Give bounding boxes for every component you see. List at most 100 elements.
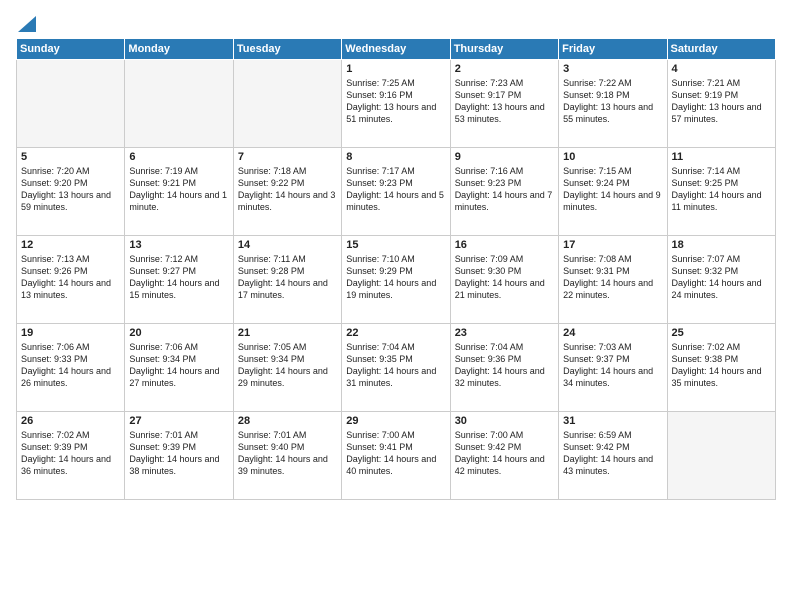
cell-info: Sunrise: 7:06 AMSunset: 9:34 PMDaylight:… <box>129 341 228 390</box>
cell-info: Sunrise: 7:02 AMSunset: 9:39 PMDaylight:… <box>21 429 120 478</box>
calendar-week-4: 19 Sunrise: 7:06 AMSunset: 9:33 PMDayligh… <box>17 324 776 412</box>
day-number: 11 <box>672 151 771 163</box>
calendar-cell: 5 Sunrise: 7:20 AMSunset: 9:20 PMDaylight… <box>17 148 125 236</box>
day-number: 21 <box>238 327 337 339</box>
calendar-table: SundayMondayTuesdayWednesdayThursdayFrid… <box>16 38 776 500</box>
calendar-cell: 15 Sunrise: 7:10 AMSunset: 9:29 PMDayligh… <box>342 236 450 324</box>
weekday-header-tuesday: Tuesday <box>233 39 341 60</box>
day-number: 1 <box>346 63 445 75</box>
calendar-cell: 31 Sunrise: 6:59 AMSunset: 9:42 PMDayligh… <box>559 412 667 500</box>
cell-info: Sunrise: 7:03 AMSunset: 9:37 PMDaylight:… <box>563 341 662 390</box>
cell-info: Sunrise: 7:25 AMSunset: 9:16 PMDaylight:… <box>346 77 445 126</box>
day-number: 2 <box>455 63 554 75</box>
calendar-cell: 22Sunrise: 7:04 AMSunset: 9:35 PMDayligh… <box>342 324 450 412</box>
calendar-cell: 21 Sunrise: 7:05 AMSunset: 9:34 PMDayligh… <box>233 324 341 412</box>
day-number: 19 <box>21 327 120 339</box>
weekday-header-wednesday: Wednesday <box>342 39 450 60</box>
day-number: 17 <box>563 239 662 251</box>
logo-arrow-icon <box>18 12 36 32</box>
day-number: 27 <box>129 415 228 427</box>
weekday-header-saturday: Saturday <box>667 39 775 60</box>
calendar-cell <box>125 60 233 148</box>
day-number: 30 <box>455 415 554 427</box>
day-number: 23 <box>455 327 554 339</box>
cell-info: Sunrise: 7:13 AMSunset: 9:26 PMDaylight:… <box>21 253 120 302</box>
day-number: 20 <box>129 327 228 339</box>
cell-info: Sunrise: 7:04 AMSunset: 9:36 PMDaylight:… <box>455 341 554 390</box>
calendar-cell: 11 Sunrise: 7:14 AMSunset: 9:25 PMDayligh… <box>667 148 775 236</box>
calendar-week-1: 1 Sunrise: 7:25 AMSunset: 9:16 PMDaylight… <box>17 60 776 148</box>
cell-info: Sunrise: 6:59 AMSunset: 9:42 PMDaylight:… <box>563 429 662 478</box>
day-number: 29 <box>346 415 445 427</box>
day-number: 5 <box>21 151 120 163</box>
cell-info: Sunrise: 7:21 AMSunset: 9:19 PMDaylight:… <box>672 77 771 126</box>
calendar-cell: 30Sunrise: 7:00 AMSunset: 9:42 PMDayligh… <box>450 412 558 500</box>
calendar-cell: 29 Sunrise: 7:00 AMSunset: 9:41 PMDayligh… <box>342 412 450 500</box>
day-number: 18 <box>672 239 771 251</box>
cell-info: Sunrise: 7:00 AMSunset: 9:41 PMDaylight:… <box>346 429 445 478</box>
day-number: 14 <box>238 239 337 251</box>
day-number: 25 <box>672 327 771 339</box>
calendar-cell: 13Sunrise: 7:12 AMSunset: 9:27 PMDayligh… <box>125 236 233 324</box>
calendar-cell <box>17 60 125 148</box>
day-number: 26 <box>21 415 120 427</box>
calendar-cell: 2 Sunrise: 7:23 AMSunset: 9:17 PMDaylight… <box>450 60 558 148</box>
cell-info: Sunrise: 7:09 AMSunset: 9:30 PMDaylight:… <box>455 253 554 302</box>
day-number: 12 <box>21 239 120 251</box>
cell-info: Sunrise: 7:20 AMSunset: 9:20 PMDaylight:… <box>21 165 120 214</box>
calendar-cell: 18Sunrise: 7:07 AMSunset: 9:32 PMDayligh… <box>667 236 775 324</box>
cell-info: Sunrise: 7:06 AMSunset: 9:33 PMDaylight:… <box>21 341 120 390</box>
calendar-week-3: 12 Sunrise: 7:13 AMSunset: 9:26 PMDayligh… <box>17 236 776 324</box>
weekday-header-monday: Monday <box>125 39 233 60</box>
cell-info: Sunrise: 7:02 AMSunset: 9:38 PMDaylight:… <box>672 341 771 390</box>
weekday-header-thursday: Thursday <box>450 39 558 60</box>
calendar-cell: 24 Sunrise: 7:03 AMSunset: 9:37 PMDayligh… <box>559 324 667 412</box>
calendar-cell <box>233 60 341 148</box>
cell-info: Sunrise: 7:08 AMSunset: 9:31 PMDaylight:… <box>563 253 662 302</box>
calendar-cell: 27 Sunrise: 7:01 AMSunset: 9:39 PMDayligh… <box>125 412 233 500</box>
calendar-header-row: SundayMondayTuesdayWednesdayThursdayFrid… <box>17 39 776 60</box>
cell-info: Sunrise: 7:16 AMSunset: 9:23 PMDaylight:… <box>455 165 554 214</box>
day-number: 15 <box>346 239 445 251</box>
calendar-cell: 25 Sunrise: 7:02 AMSunset: 9:38 PMDayligh… <box>667 324 775 412</box>
cell-info: Sunrise: 7:11 AMSunset: 9:28 PMDaylight:… <box>238 253 337 302</box>
day-number: 24 <box>563 327 662 339</box>
cell-info: Sunrise: 7:04 AMSunset: 9:35 PMDaylight:… <box>346 341 445 390</box>
weekday-header-sunday: Sunday <box>17 39 125 60</box>
calendar-cell: 9 Sunrise: 7:16 AMSunset: 9:23 PMDaylight… <box>450 148 558 236</box>
day-number: 31 <box>563 415 662 427</box>
day-number: 7 <box>238 151 337 163</box>
cell-info: Sunrise: 7:19 AMSunset: 9:21 PMDaylight:… <box>129 165 228 214</box>
calendar-cell: 8 Sunrise: 7:17 AMSunset: 9:23 PMDaylight… <box>342 148 450 236</box>
cell-info: Sunrise: 7:14 AMSunset: 9:25 PMDaylight:… <box>672 165 771 214</box>
cell-info: Sunrise: 7:15 AMSunset: 9:24 PMDaylight:… <box>563 165 662 214</box>
calendar-cell: 3 Sunrise: 7:22 AMSunset: 9:18 PMDaylight… <box>559 60 667 148</box>
cell-info: Sunrise: 7:01 AMSunset: 9:39 PMDaylight:… <box>129 429 228 478</box>
calendar-cell: 28 Sunrise: 7:01 AMSunset: 9:40 PMDayligh… <box>233 412 341 500</box>
day-number: 3 <box>563 63 662 75</box>
calendar-cell <box>667 412 775 500</box>
day-number: 16 <box>455 239 554 251</box>
logo <box>16 12 36 30</box>
day-number: 9 <box>455 151 554 163</box>
cell-info: Sunrise: 7:01 AMSunset: 9:40 PMDaylight:… <box>238 429 337 478</box>
cell-info: Sunrise: 7:10 AMSunset: 9:29 PMDaylight:… <box>346 253 445 302</box>
day-number: 28 <box>238 415 337 427</box>
cell-info: Sunrise: 7:23 AMSunset: 9:17 PMDaylight:… <box>455 77 554 126</box>
cell-info: Sunrise: 7:12 AMSunset: 9:27 PMDaylight:… <box>129 253 228 302</box>
cell-info: Sunrise: 7:18 AMSunset: 9:22 PMDaylight:… <box>238 165 337 214</box>
calendar-cell: 14 Sunrise: 7:11 AMSunset: 9:28 PMDayligh… <box>233 236 341 324</box>
day-number: 10 <box>563 151 662 163</box>
page-header <box>16 12 776 30</box>
cell-info: Sunrise: 7:05 AMSunset: 9:34 PMDaylight:… <box>238 341 337 390</box>
calendar-cell: 23 Sunrise: 7:04 AMSunset: 9:36 PMDayligh… <box>450 324 558 412</box>
weekday-header-friday: Friday <box>559 39 667 60</box>
calendar-cell: 26 Sunrise: 7:02 AMSunset: 9:39 PMDayligh… <box>17 412 125 500</box>
cell-info: Sunrise: 7:17 AMSunset: 9:23 PMDaylight:… <box>346 165 445 214</box>
calendar-cell: 7 Sunrise: 7:18 AMSunset: 9:22 PMDaylight… <box>233 148 341 236</box>
day-number: 8 <box>346 151 445 163</box>
calendar-cell: 16 Sunrise: 7:09 AMSunset: 9:30 PMDayligh… <box>450 236 558 324</box>
cell-info: Sunrise: 7:22 AMSunset: 9:18 PMDaylight:… <box>563 77 662 126</box>
calendar-cell: 1 Sunrise: 7:25 AMSunset: 9:16 PMDaylight… <box>342 60 450 148</box>
calendar-cell: 20 Sunrise: 7:06 AMSunset: 9:34 PMDayligh… <box>125 324 233 412</box>
